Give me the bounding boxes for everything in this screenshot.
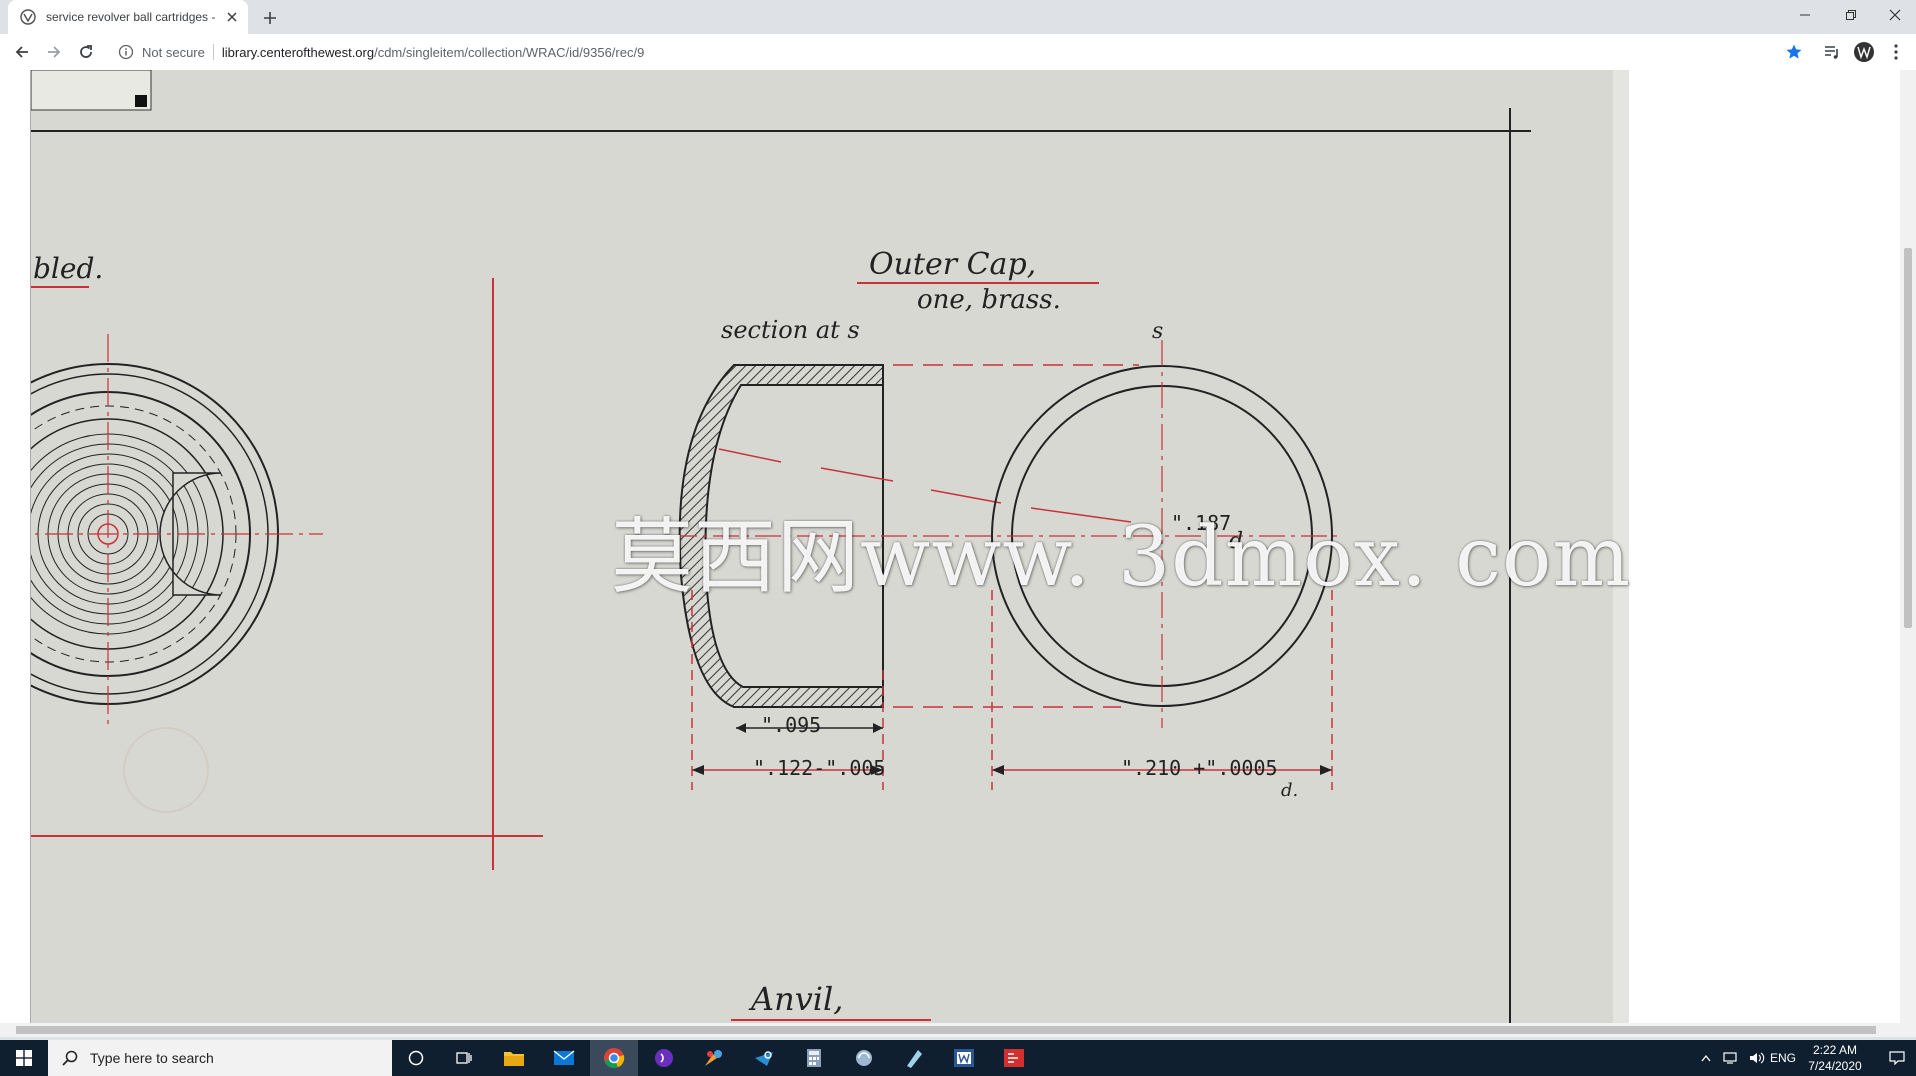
url-separator [212, 44, 214, 60]
chrome-icon[interactable] [590, 1040, 638, 1076]
task-view-icon[interactable] [440, 1040, 488, 1076]
media-playlist-icon[interactable] [1820, 40, 1844, 64]
network-icon[interactable] [1718, 1040, 1744, 1076]
dimension-210-suffix: d. [1281, 780, 1298, 801]
image-viewer[interactable]: bled. Outer Cap, one, brass. section at … [30, 70, 1873, 1024]
mail-icon[interactable] [540, 1040, 588, 1076]
url-path: /cdm/singleitem/collection/WRAC/id/9356/… [374, 44, 645, 60]
notes-app-icon[interactable] [890, 1040, 938, 1076]
thumbnail-navigator[interactable] [31, 70, 152, 111]
cortana-icon[interactable] [392, 1040, 440, 1076]
forward-arrow-icon[interactable] [42, 40, 66, 64]
anvil-label: Anvil, [748, 980, 843, 1018]
clock-date: 7/24/2020 [1808, 1059, 1862, 1073]
steam-icon[interactable] [740, 1040, 788, 1076]
tab-title: service revolver ball cartridges - [46, 10, 216, 24]
vertical-scrollbar[interactable] [1900, 70, 1916, 1024]
file-explorer-icon[interactable] [490, 1040, 538, 1076]
close-window-icon[interactable] [1872, 0, 1916, 30]
browser-toolbar: Not secure library.centerofthewest.org /… [0, 34, 1916, 71]
outer-cap-subtitle: one, brass. [917, 285, 1061, 315]
close-tab-icon[interactable] [222, 7, 242, 27]
info-icon[interactable] [118, 44, 134, 60]
dimension-210: ".210 +".0005 [1121, 756, 1278, 780]
taskbar-clock[interactable]: 2:22 AM 7/24/2020 [1792, 1042, 1878, 1074]
address-bar[interactable]: Not secure library.centerofthewest.org /… [110, 38, 1790, 66]
dimension-095: ".095 [761, 713, 821, 737]
new-tab-button[interactable] [258, 6, 282, 30]
taskbar-search[interactable]: Type here to search [48, 1040, 392, 1076]
podcast-app-icon[interactable] [640, 1040, 688, 1076]
section-label: section at s [721, 316, 860, 344]
site-favicon-icon [20, 9, 36, 25]
reload-icon[interactable] [74, 40, 98, 64]
horizontal-scroll-thumb[interactable] [16, 1026, 1876, 1034]
bookmark-star-icon[interactable] [1782, 40, 1806, 64]
windows-taskbar: Type here to search ENG 2:22 AM 7/24/202… [0, 1040, 1916, 1076]
left-part-label: bled. [33, 252, 103, 285]
dimension-122: ".122-".005 [753, 756, 885, 780]
notification-center-icon[interactable] [1878, 1040, 1916, 1076]
volume-icon[interactable] [1744, 1040, 1770, 1076]
tab-strip: service revolver ball cartridges - [0, 0, 1916, 34]
menu-kebab-icon[interactable] [1884, 40, 1908, 64]
windows-start-icon[interactable] [0, 1040, 48, 1076]
restore-icon[interactable] [1828, 0, 1874, 30]
vertical-scroll-thumb[interactable] [1904, 248, 1912, 628]
tray-expand-icon[interactable] [1696, 1040, 1716, 1076]
back-arrow-icon[interactable] [10, 40, 34, 64]
page-content: bled. Outer Cap, one, brass. section at … [0, 70, 1916, 1024]
search-placeholder: Type here to search [90, 1050, 214, 1066]
outer-cap-title: Outer Cap, [869, 247, 1036, 282]
profile-avatar-icon[interactable] [1852, 40, 1876, 64]
clock-time: 2:22 AM [1812, 1043, 1858, 1057]
minimize-icon[interactable] [1782, 0, 1828, 30]
paint-app-icon[interactable] [690, 1040, 738, 1076]
calculator-icon[interactable] [790, 1040, 838, 1076]
watermark: 莫西网www. 3dmox. com [611, 510, 1632, 605]
solidworks-icon[interactable] [990, 1040, 1038, 1076]
browser-tab[interactable]: service revolver ball cartridges - [8, 0, 248, 34]
security-status: Not secure [142, 44, 205, 60]
word-icon[interactable] [940, 1040, 988, 1076]
search-icon [62, 1050, 78, 1066]
expand-icon[interactable] [135, 95, 147, 107]
horizontal-scrollbar[interactable] [0, 1023, 1916, 1037]
url-domain: library.centerofthewest.org [221, 44, 375, 60]
sync-app-icon[interactable] [840, 1040, 888, 1076]
